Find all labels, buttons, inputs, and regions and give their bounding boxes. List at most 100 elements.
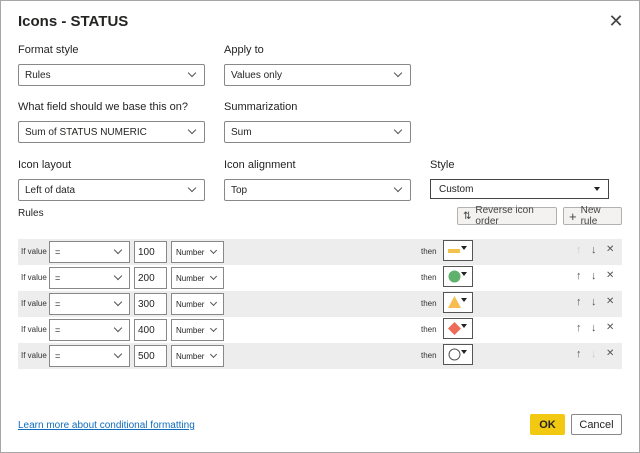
move-down-icon[interactable]: ↓ xyxy=(591,296,597,308)
delete-icon[interactable]: ✕ xyxy=(606,322,614,333)
base-field-value: Sum of STATUS NUMERIC xyxy=(25,126,147,138)
delete-icon[interactable]: ✕ xyxy=(606,270,614,281)
type-dropdown[interactable]: Number xyxy=(171,267,224,289)
type-dropdown[interactable]: Number xyxy=(171,241,224,263)
chevron-down-icon xyxy=(113,271,123,281)
if-value-label: If value xyxy=(21,299,47,308)
operator-value: = xyxy=(55,299,61,309)
icon-alignment-label: Icon alignment xyxy=(224,159,296,171)
caret-down-icon xyxy=(461,324,467,328)
chevron-down-icon xyxy=(113,323,123,333)
chevron-down-icon xyxy=(113,297,123,307)
chevron-down-icon xyxy=(113,245,123,255)
format-style-dropdown[interactable]: Rules xyxy=(18,64,205,86)
type-dropdown[interactable]: Number xyxy=(171,345,224,367)
icon-picker[interactable] xyxy=(443,344,473,365)
rule-row: If value = 200 Number then ↑ ↓ ✕ xyxy=(18,265,622,291)
if-value-label: If value xyxy=(21,325,47,334)
chevron-down-icon xyxy=(393,125,403,135)
move-up-icon[interactable]: ↑ xyxy=(576,270,582,282)
cancel-button[interactable]: Cancel xyxy=(571,414,622,435)
move-down-icon[interactable]: ↓ xyxy=(591,270,597,282)
reverse-icon-order-button[interactable]: ⇅ Reverse icon order xyxy=(457,205,557,227)
move-down-icon[interactable]: ↓ xyxy=(591,322,597,334)
base-field-dropdown[interactable]: Sum of STATUS NUMERIC xyxy=(18,121,205,143)
rules-label: Rules xyxy=(18,208,44,219)
move-down-icon[interactable]: ↓ xyxy=(591,244,597,256)
caret-down-icon xyxy=(461,298,467,302)
delete-icon[interactable]: ✕ xyxy=(606,296,614,307)
icon-layout-dropdown[interactable]: Left of data xyxy=(18,179,205,201)
format-style-label: Format style xyxy=(18,44,79,56)
chevron-down-icon xyxy=(209,298,218,306)
icon-picker[interactable] xyxy=(443,318,473,339)
summarization-value: Sum xyxy=(231,126,252,138)
delete-icon[interactable]: ✕ xyxy=(606,244,614,255)
close-icon[interactable]: ✕ xyxy=(606,11,626,31)
dialog-title: Icons - STATUS xyxy=(18,13,129,30)
icon-picker[interactable] xyxy=(443,240,473,261)
move-up-icon[interactable]: ↑ xyxy=(576,244,582,256)
then-label: then xyxy=(421,299,437,308)
operator-value: = xyxy=(55,325,61,335)
type-dropdown[interactable]: Number xyxy=(171,293,224,315)
operator-dropdown[interactable]: = xyxy=(49,345,130,367)
icon-picker[interactable] xyxy=(443,292,473,313)
move-up-icon[interactable]: ↑ xyxy=(576,296,582,308)
ok-button[interactable]: OK xyxy=(530,414,565,435)
style-value: Custom xyxy=(439,183,474,195)
then-label: then xyxy=(421,351,437,360)
value-input[interactable]: 300 xyxy=(134,293,167,315)
caret-down-icon xyxy=(594,187,600,191)
rule-row: If value = 100 Number then ↑ ↓ ✕ xyxy=(18,239,622,265)
plus-icon: + xyxy=(569,208,577,224)
if-value-label: If value xyxy=(21,247,47,256)
then-label: then xyxy=(421,247,437,256)
value-input[interactable]: 100 xyxy=(134,241,167,263)
reverse-label: Reverse icon order xyxy=(475,205,534,227)
chevron-down-icon xyxy=(113,349,123,359)
if-value-label: If value xyxy=(21,273,47,282)
operator-dropdown[interactable]: = xyxy=(49,267,130,289)
chevron-down-icon xyxy=(393,183,403,193)
move-down-icon[interactable]: ↓ xyxy=(591,348,597,360)
type-dropdown[interactable]: Number xyxy=(171,319,224,341)
apply-to-dropdown[interactable]: Values only xyxy=(224,64,411,86)
move-up-icon[interactable]: ↑ xyxy=(576,348,582,360)
value-input[interactable]: 500 xyxy=(134,345,167,367)
delete-icon[interactable]: ✕ xyxy=(606,348,614,359)
move-up-icon[interactable]: ↑ xyxy=(576,322,582,334)
chevron-down-icon xyxy=(209,350,218,358)
icon-layout-value: Left of data xyxy=(25,184,76,196)
operator-dropdown[interactable]: = xyxy=(49,293,130,315)
summarization-dropdown[interactable]: Sum xyxy=(224,121,411,143)
caret-down-icon xyxy=(461,272,467,276)
base-field-label: What field should we base this on? xyxy=(18,101,188,113)
chevron-down-icon xyxy=(187,68,197,78)
new-rule-label: New rule xyxy=(580,205,601,227)
icon-alignment-dropdown[interactable]: Top xyxy=(224,179,411,201)
then-label: then xyxy=(421,325,437,334)
format-style-value: Rules xyxy=(25,69,51,81)
value-input[interactable]: 200 xyxy=(134,267,167,289)
caret-down-icon xyxy=(461,350,467,354)
rule-row: If value = 500 Number then ↑ ↓ ✕ xyxy=(18,343,622,369)
operator-value: = xyxy=(55,247,61,257)
learn-more-link[interactable]: Learn more about conditional formatting xyxy=(18,420,195,431)
operator-dropdown[interactable]: = xyxy=(49,319,130,341)
type-value: Number xyxy=(176,273,205,283)
new-rule-button[interactable]: + New rule xyxy=(563,205,622,227)
value-input[interactable]: 400 xyxy=(134,319,167,341)
summarization-label: Summarization xyxy=(224,101,298,113)
type-value: Number xyxy=(176,247,205,257)
sort-arrows-icon: ⇅ xyxy=(463,210,472,222)
icon-picker[interactable] xyxy=(443,266,473,287)
apply-to-label: Apply to xyxy=(224,44,264,56)
then-label: then xyxy=(421,273,437,282)
operator-value: = xyxy=(55,273,61,283)
chevron-down-icon xyxy=(393,68,403,78)
style-dropdown[interactable]: Custom xyxy=(430,179,609,199)
chevron-down-icon xyxy=(187,125,197,135)
if-value-label: If value xyxy=(21,351,47,360)
operator-dropdown[interactable]: = xyxy=(49,241,130,263)
